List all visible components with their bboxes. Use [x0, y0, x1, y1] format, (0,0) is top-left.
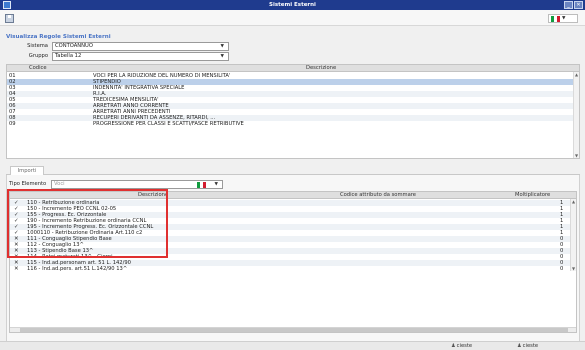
- tab-strip: Importi: [6, 164, 580, 176]
- tipo-elemento-dropdown[interactable]: Voci ▼: [51, 180, 223, 189]
- sistema-value: CONTOANNUO: [55, 43, 93, 49]
- status-user-right: ♟cieste: [517, 343, 538, 350]
- status-bar: ♟cieste ♟cieste: [0, 341, 585, 350]
- italy-flag-icon: [551, 15, 560, 22]
- col-codice: Codice: [29, 65, 47, 71]
- tipo-elemento-label: Tipo Elemento: [9, 181, 47, 187]
- importi-grid-hscrollbar[interactable]: [10, 327, 576, 332]
- minimize-button[interactable]: _: [564, 1, 573, 9]
- italy-flag-icon: [197, 182, 206, 188]
- gruppo-dropdown[interactable]: Tabella 12 ▼: [52, 52, 229, 61]
- scroll-up-icon[interactable]: ▲: [571, 199, 576, 204]
- user-icon: ♟: [517, 343, 522, 349]
- section-title: Visualizza Regole Sistemi Esterni: [6, 34, 111, 40]
- importi-grid-scrollbar[interactable]: ▲ ▼: [570, 199, 576, 271]
- importi-desc: 116 - Ind.ad.pers. art.51 L.142/90 13^: [27, 266, 128, 272]
- x-icon: ✕: [14, 266, 19, 272]
- scroll-down-icon[interactable]: ▼: [571, 266, 576, 271]
- rule-code: 09: [9, 121, 16, 127]
- chevron-down-icon: ▼: [220, 54, 224, 59]
- rules-row[interactable]: 09 PROGRESSIONE PER CLASSI E SCATTI/FASC…: [7, 121, 579, 127]
- toolbar: ▼: [0, 10, 585, 26]
- scroll-up-icon[interactable]: ▲: [574, 72, 579, 77]
- sistema-label: Sistema: [27, 43, 48, 49]
- importi-grid: Descrizione Codice attributo da sommare …: [9, 191, 577, 333]
- importi-mult: 0: [560, 266, 564, 272]
- importi-row[interactable]: ✕ 116 - Ind.ad.pers. art.51 L.142/90 13^…: [10, 266, 576, 272]
- close-button[interactable]: ✕: [574, 1, 583, 9]
- importi-grid-header: Descrizione Codice attributo da sommare …: [10, 192, 576, 199]
- col-codice-attributo: Codice attributo da sommare: [340, 192, 416, 198]
- user-icon: ♟: [451, 343, 456, 349]
- status-user-left: ♟cieste: [451, 343, 472, 350]
- tipo-elemento-value: Voci: [54, 181, 65, 187]
- gruppo-value: Tabella 12: [55, 53, 82, 59]
- window-title: Sistemi Esterni: [269, 2, 316, 8]
- status-left-label: cieste: [456, 343, 473, 349]
- save-icon[interactable]: [5, 14, 14, 23]
- chevron-down-icon: ▼: [562, 16, 566, 21]
- sistema-dropdown[interactable]: CONTOANNUO ▼: [52, 42, 229, 51]
- hscroll-thumb[interactable]: [20, 328, 568, 332]
- chevron-down-icon: ▼: [214, 182, 218, 187]
- status-right-label: cieste: [522, 343, 539, 349]
- language-selector[interactable]: ▼: [548, 14, 578, 23]
- rules-grid: Codice Descrizione 01 VOCI PER LA RIDUZI…: [6, 64, 580, 159]
- scroll-down-icon[interactable]: ▼: [574, 153, 579, 158]
- chevron-down-icon: ▼: [220, 44, 224, 49]
- gruppo-label: Gruppo: [28, 53, 48, 59]
- rules-grid-scrollbar[interactable]: ▲ ▼: [573, 72, 579, 158]
- window-controls: _ ✕: [564, 1, 583, 9]
- col-moltiplicatore: Moltiplicatore: [515, 192, 551, 198]
- col-descrizione: Descrizione: [138, 192, 169, 198]
- window-title-bar: Sistemi Esterni _ ✕: [0, 0, 585, 10]
- rules-grid-header: Codice Descrizione: [7, 65, 579, 72]
- rule-desc: PROGRESSIONE PER CLASSI E SCATTI/FASCE R…: [93, 121, 244, 127]
- app-icon: [3, 1, 11, 9]
- importi-panel: Tipo Elemento Voci ▼ Descrizione Codice …: [6, 175, 580, 343]
- col-descrizione: Descrizione: [306, 65, 337, 71]
